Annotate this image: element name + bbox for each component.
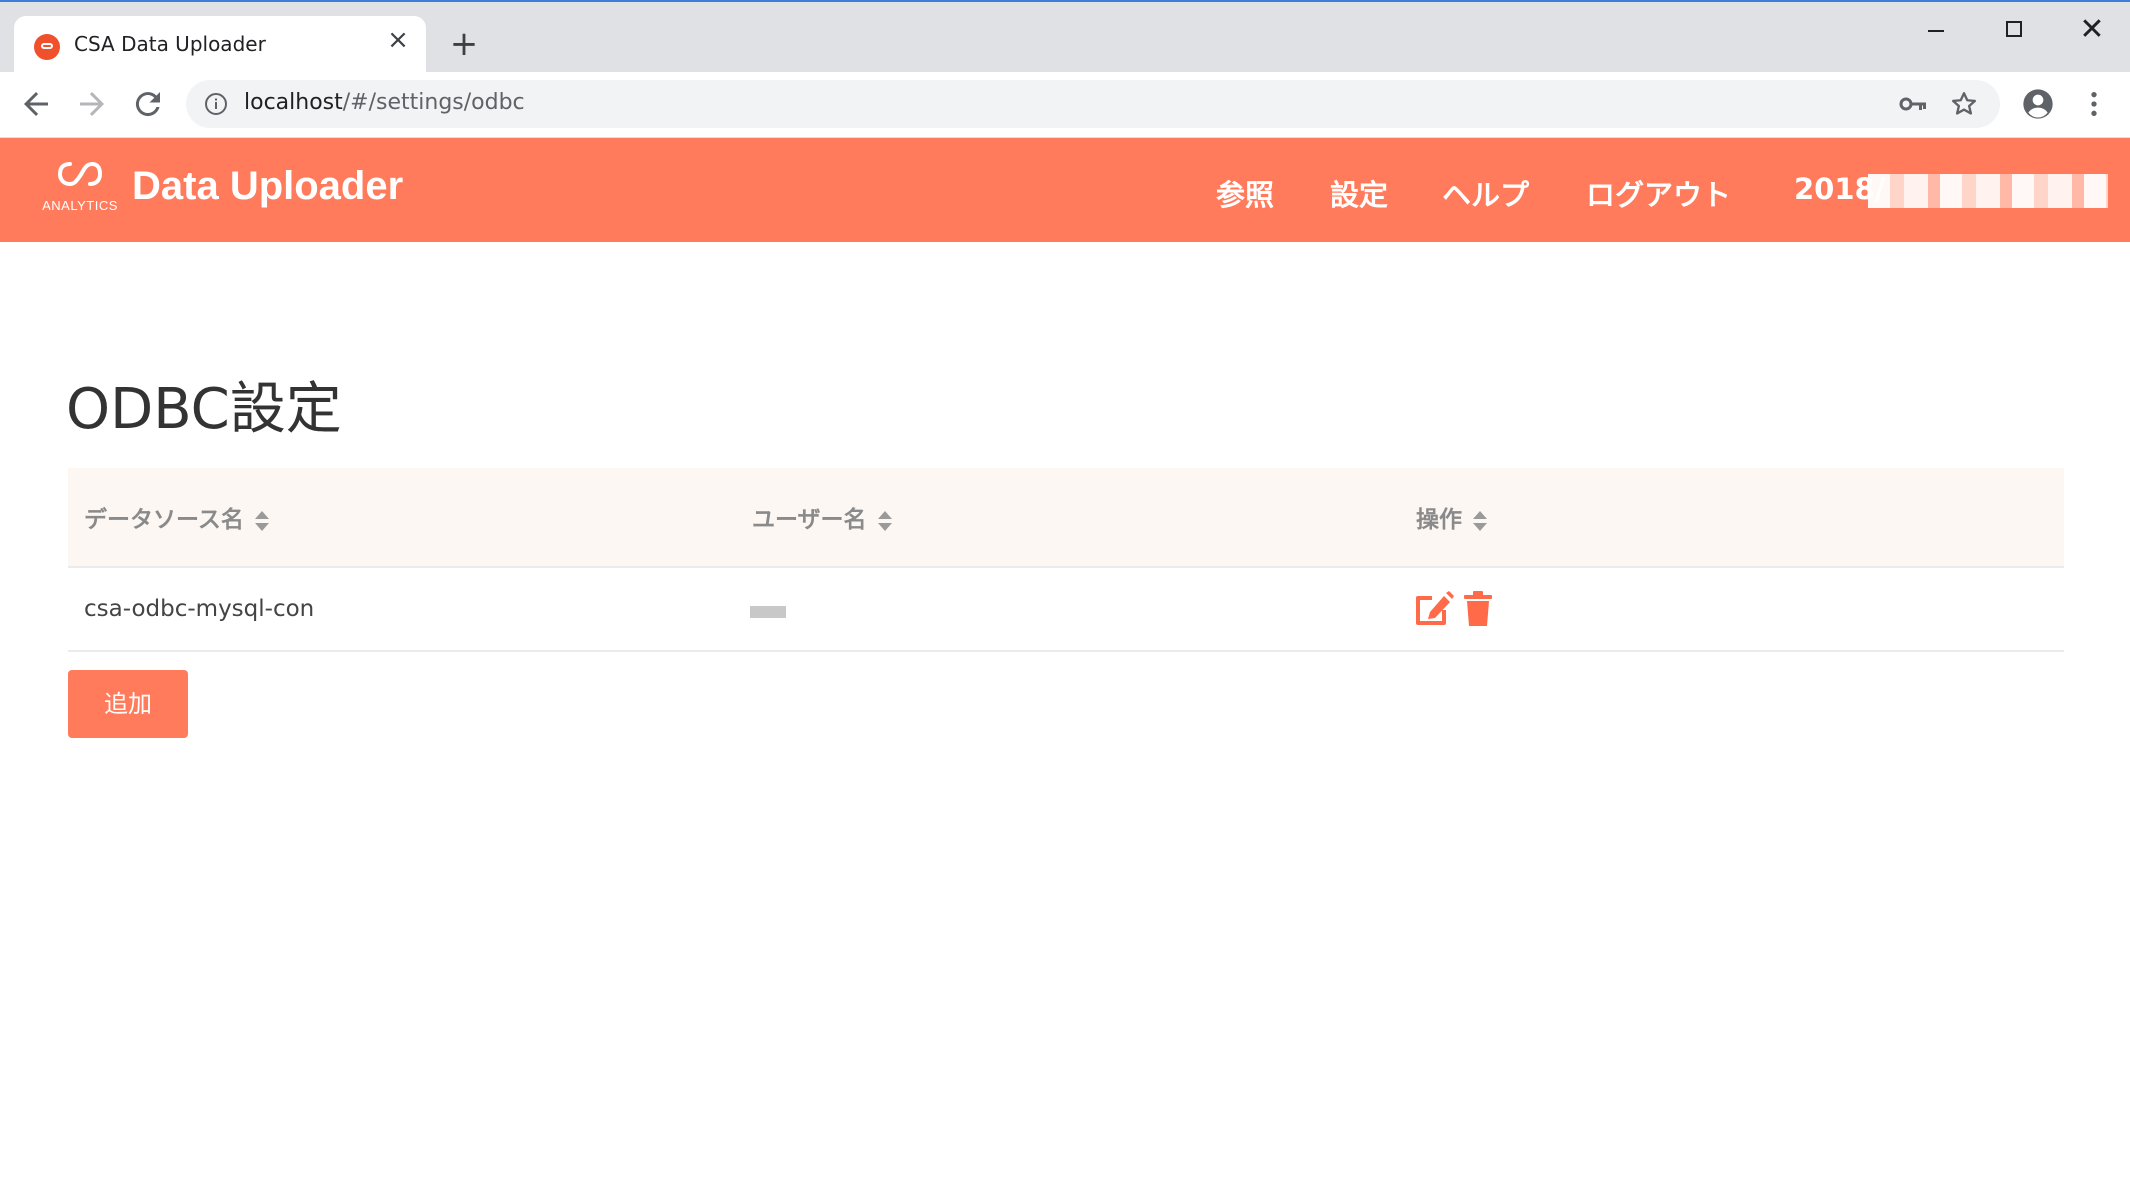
column-header-user[interactable]: ユーザー名 <box>752 500 893 534</box>
browser-toolbar: localhost/#/settings/odbc <box>0 72 2130 138</box>
url-text: localhost/#/settings/odbc <box>244 90 525 115</box>
trash-icon[interactable] <box>1462 590 1494 628</box>
datasource-cell: csa-odbc-mysql-con <box>84 596 315 622</box>
logo-subtext: ANALYTICS <box>42 198 118 213</box>
column-header-operation[interactable]: 操作 <box>1416 500 1488 534</box>
favicon-icon <box>34 34 60 60</box>
new-tab-button[interactable]: + <box>446 26 482 62</box>
forward-arrow-icon[interactable] <box>74 86 110 122</box>
page-title: ODBC設定 <box>66 377 342 442</box>
nav-logout[interactable]: ログアウト <box>1586 172 1731 214</box>
add-button[interactable]: 追加 <box>68 670 188 738</box>
sort-icon[interactable] <box>877 510 893 532</box>
close-window-button[interactable]: ✕ <box>2072 14 2112 46</box>
key-icon[interactable] <box>1898 92 1928 116</box>
profile-icon[interactable] <box>2022 88 2054 120</box>
address-bar[interactable]: localhost/#/settings/odbc <box>186 80 2000 128</box>
table-row: csa-odbc-mysql-con <box>68 568 2064 652</box>
app-header: ANALYTICS Data Uploader 参照 設定 ヘルプ ログアウト … <box>0 138 2130 242</box>
info-icon[interactable] <box>204 92 228 116</box>
star-icon[interactable] <box>1950 90 1978 118</box>
infinity-logo-icon <box>57 161 103 187</box>
nav-reference[interactable]: 参照 <box>1216 172 1274 214</box>
column-header-datasource[interactable]: データソース名 <box>84 500 270 534</box>
nav-settings[interactable]: 設定 <box>1330 172 1388 214</box>
app-title: Data Uploader <box>132 164 404 208</box>
redacted-username <box>750 606 786 618</box>
maximize-window-button[interactable] <box>1994 14 2034 46</box>
reload-icon[interactable] <box>130 86 166 122</box>
redacted-date <box>1868 174 2108 208</box>
edit-icon[interactable] <box>1414 590 1454 628</box>
menu-icon[interactable] <box>2078 88 2110 120</box>
sort-icon[interactable] <box>254 510 270 532</box>
sort-icon[interactable] <box>1472 510 1488 532</box>
back-arrow-icon[interactable] <box>18 86 54 122</box>
nav-help[interactable]: ヘルプ <box>1442 172 1529 214</box>
browser-tabstrip: CSA Data Uploader × + ✕ <box>0 0 2130 76</box>
minimize-window-button[interactable] <box>1916 14 1956 46</box>
browser-tab[interactable]: CSA Data Uploader × <box>14 16 426 76</box>
close-tab-icon[interactable]: × <box>384 26 412 54</box>
logo[interactable]: ANALYTICS <box>38 160 122 220</box>
tab-title: CSA Data Uploader <box>74 32 266 56</box>
table-header: データソース名 ユーザー名 操作 <box>68 468 2064 568</box>
